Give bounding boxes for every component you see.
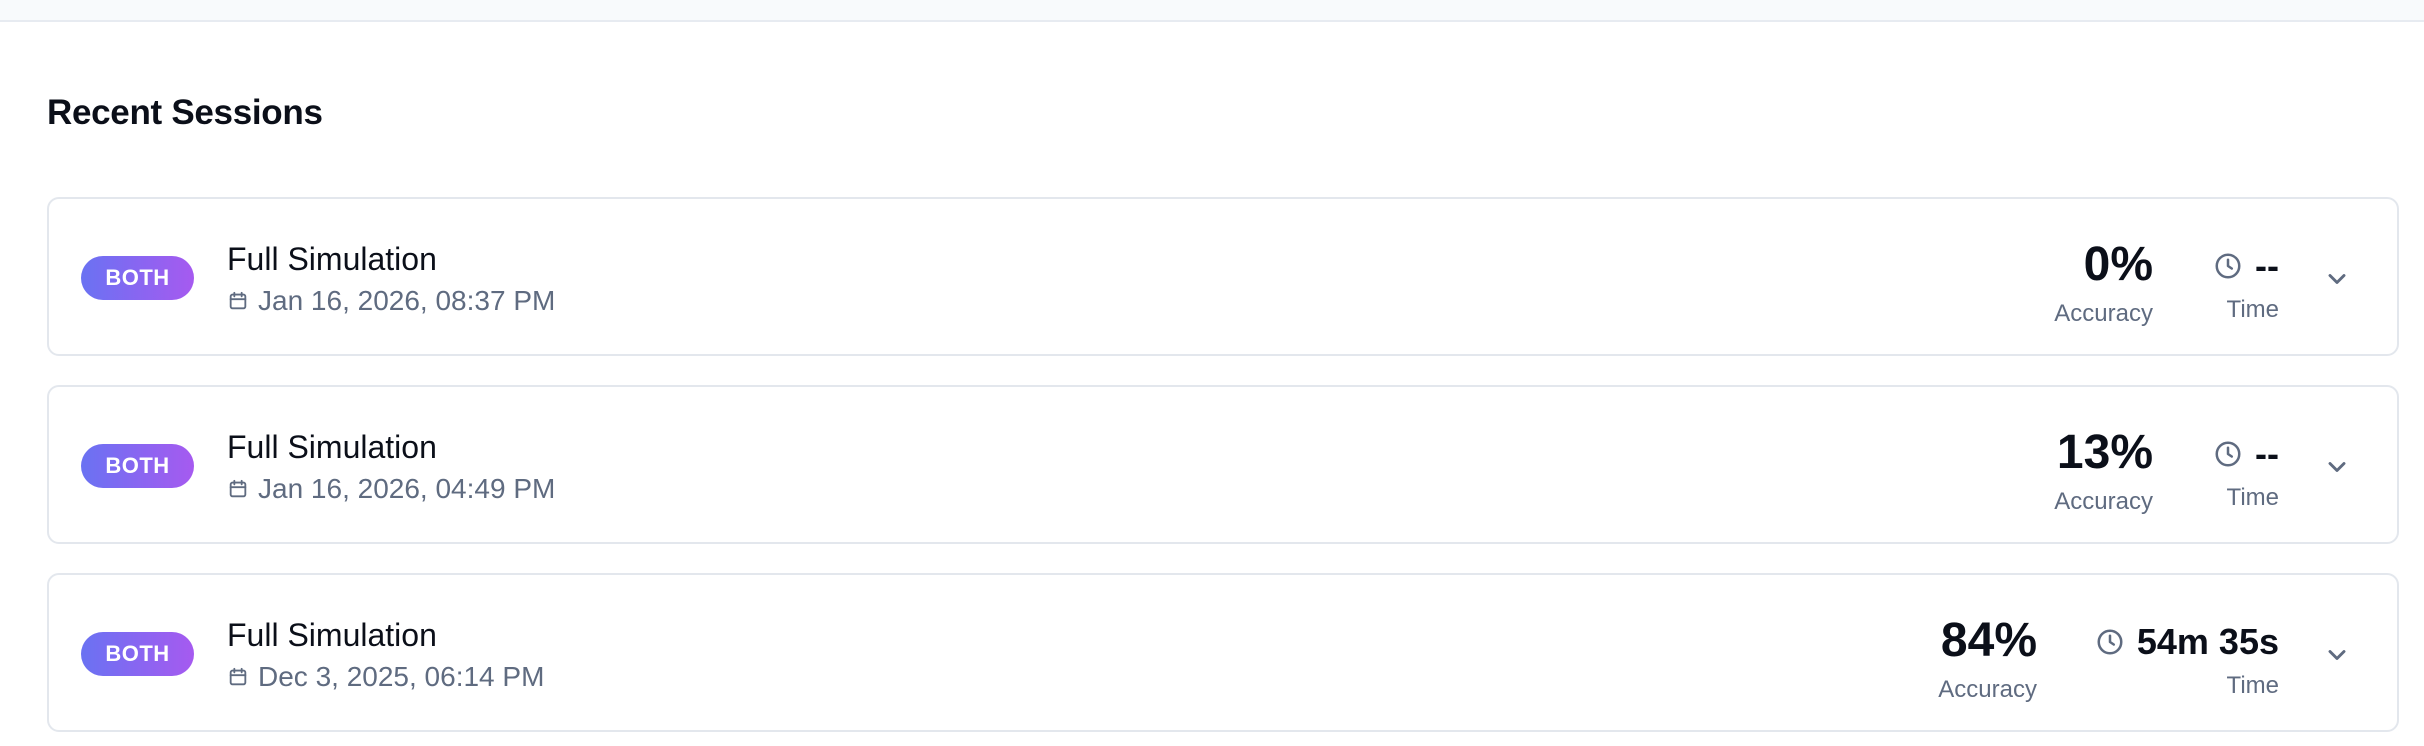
date-text: Dec 3, 2025, 06:14 PM — [258, 661, 545, 692]
accuracy-label: Accuracy — [2054, 488, 2153, 515]
session-title: Full Simulation — [227, 241, 437, 277]
accuracy-value: 84% — [1940, 614, 2037, 667]
section-title: Recent Sessions — [47, 93, 323, 132]
expand-button[interactable] — [2317, 447, 2357, 487]
session-date: Jan 16, 2026, 04:49 PM — [227, 475, 555, 503]
session-date: Dec 3, 2025, 06:14 PM — [227, 663, 544, 691]
mode-badge: BOTH — [81, 256, 194, 300]
time-text: 54m 35s — [2136, 621, 2279, 662]
accuracy-label: Accuracy — [2054, 300, 2153, 327]
time-value: -- — [2109, 248, 2279, 284]
clock-icon — [2215, 253, 2241, 279]
time-label: Time — [2226, 672, 2279, 699]
time-label: Time — [2226, 296, 2279, 323]
top-page-band — [0, 0, 2424, 22]
session-title: Full Simulation — [227, 429, 437, 465]
calendar-icon — [229, 667, 247, 686]
expand-button[interactable] — [2317, 259, 2357, 299]
mode-badge: BOTH — [81, 444, 194, 488]
expand-button[interactable] — [2317, 635, 2357, 675]
clock-icon — [2097, 629, 2123, 655]
date-text: Jan 16, 2026, 08:37 PM — [258, 285, 556, 316]
accuracy-label: Accuracy — [1938, 676, 2037, 703]
session-card[interactable]: BOTH Full Simulation Jan 16, 2026, 08:37… — [47, 197, 2399, 356]
session-card[interactable]: BOTH Full Simulation Jan 16, 2026, 04:49… — [47, 385, 2399, 544]
calendar-icon — [229, 479, 247, 498]
clock-icon — [2215, 441, 2241, 467]
time-text: -- — [2255, 433, 2279, 474]
session-title: Full Simulation — [227, 617, 437, 653]
chevron-down-icon — [2328, 274, 2346, 284]
chevron-down-icon — [2328, 462, 2346, 472]
date-text: Jan 16, 2026, 04:49 PM — [258, 473, 556, 504]
time-text: -- — [2255, 245, 2279, 286]
session-date: Jan 16, 2026, 08:37 PM — [227, 287, 555, 315]
recent-sessions-panel: Recent Sessions BOTH Full Simulation Jan… — [0, 22, 2424, 746]
chevron-down-icon — [2328, 650, 2346, 660]
time-value: -- — [2109, 436, 2279, 472]
time-label: Time — [2226, 484, 2279, 511]
time-value: 54m 35s — [2039, 624, 2279, 660]
mode-badge: BOTH — [81, 632, 194, 676]
calendar-icon — [229, 291, 247, 310]
session-card[interactable]: BOTH Full Simulation Dec 3, 2025, 06:14 … — [47, 573, 2399, 732]
